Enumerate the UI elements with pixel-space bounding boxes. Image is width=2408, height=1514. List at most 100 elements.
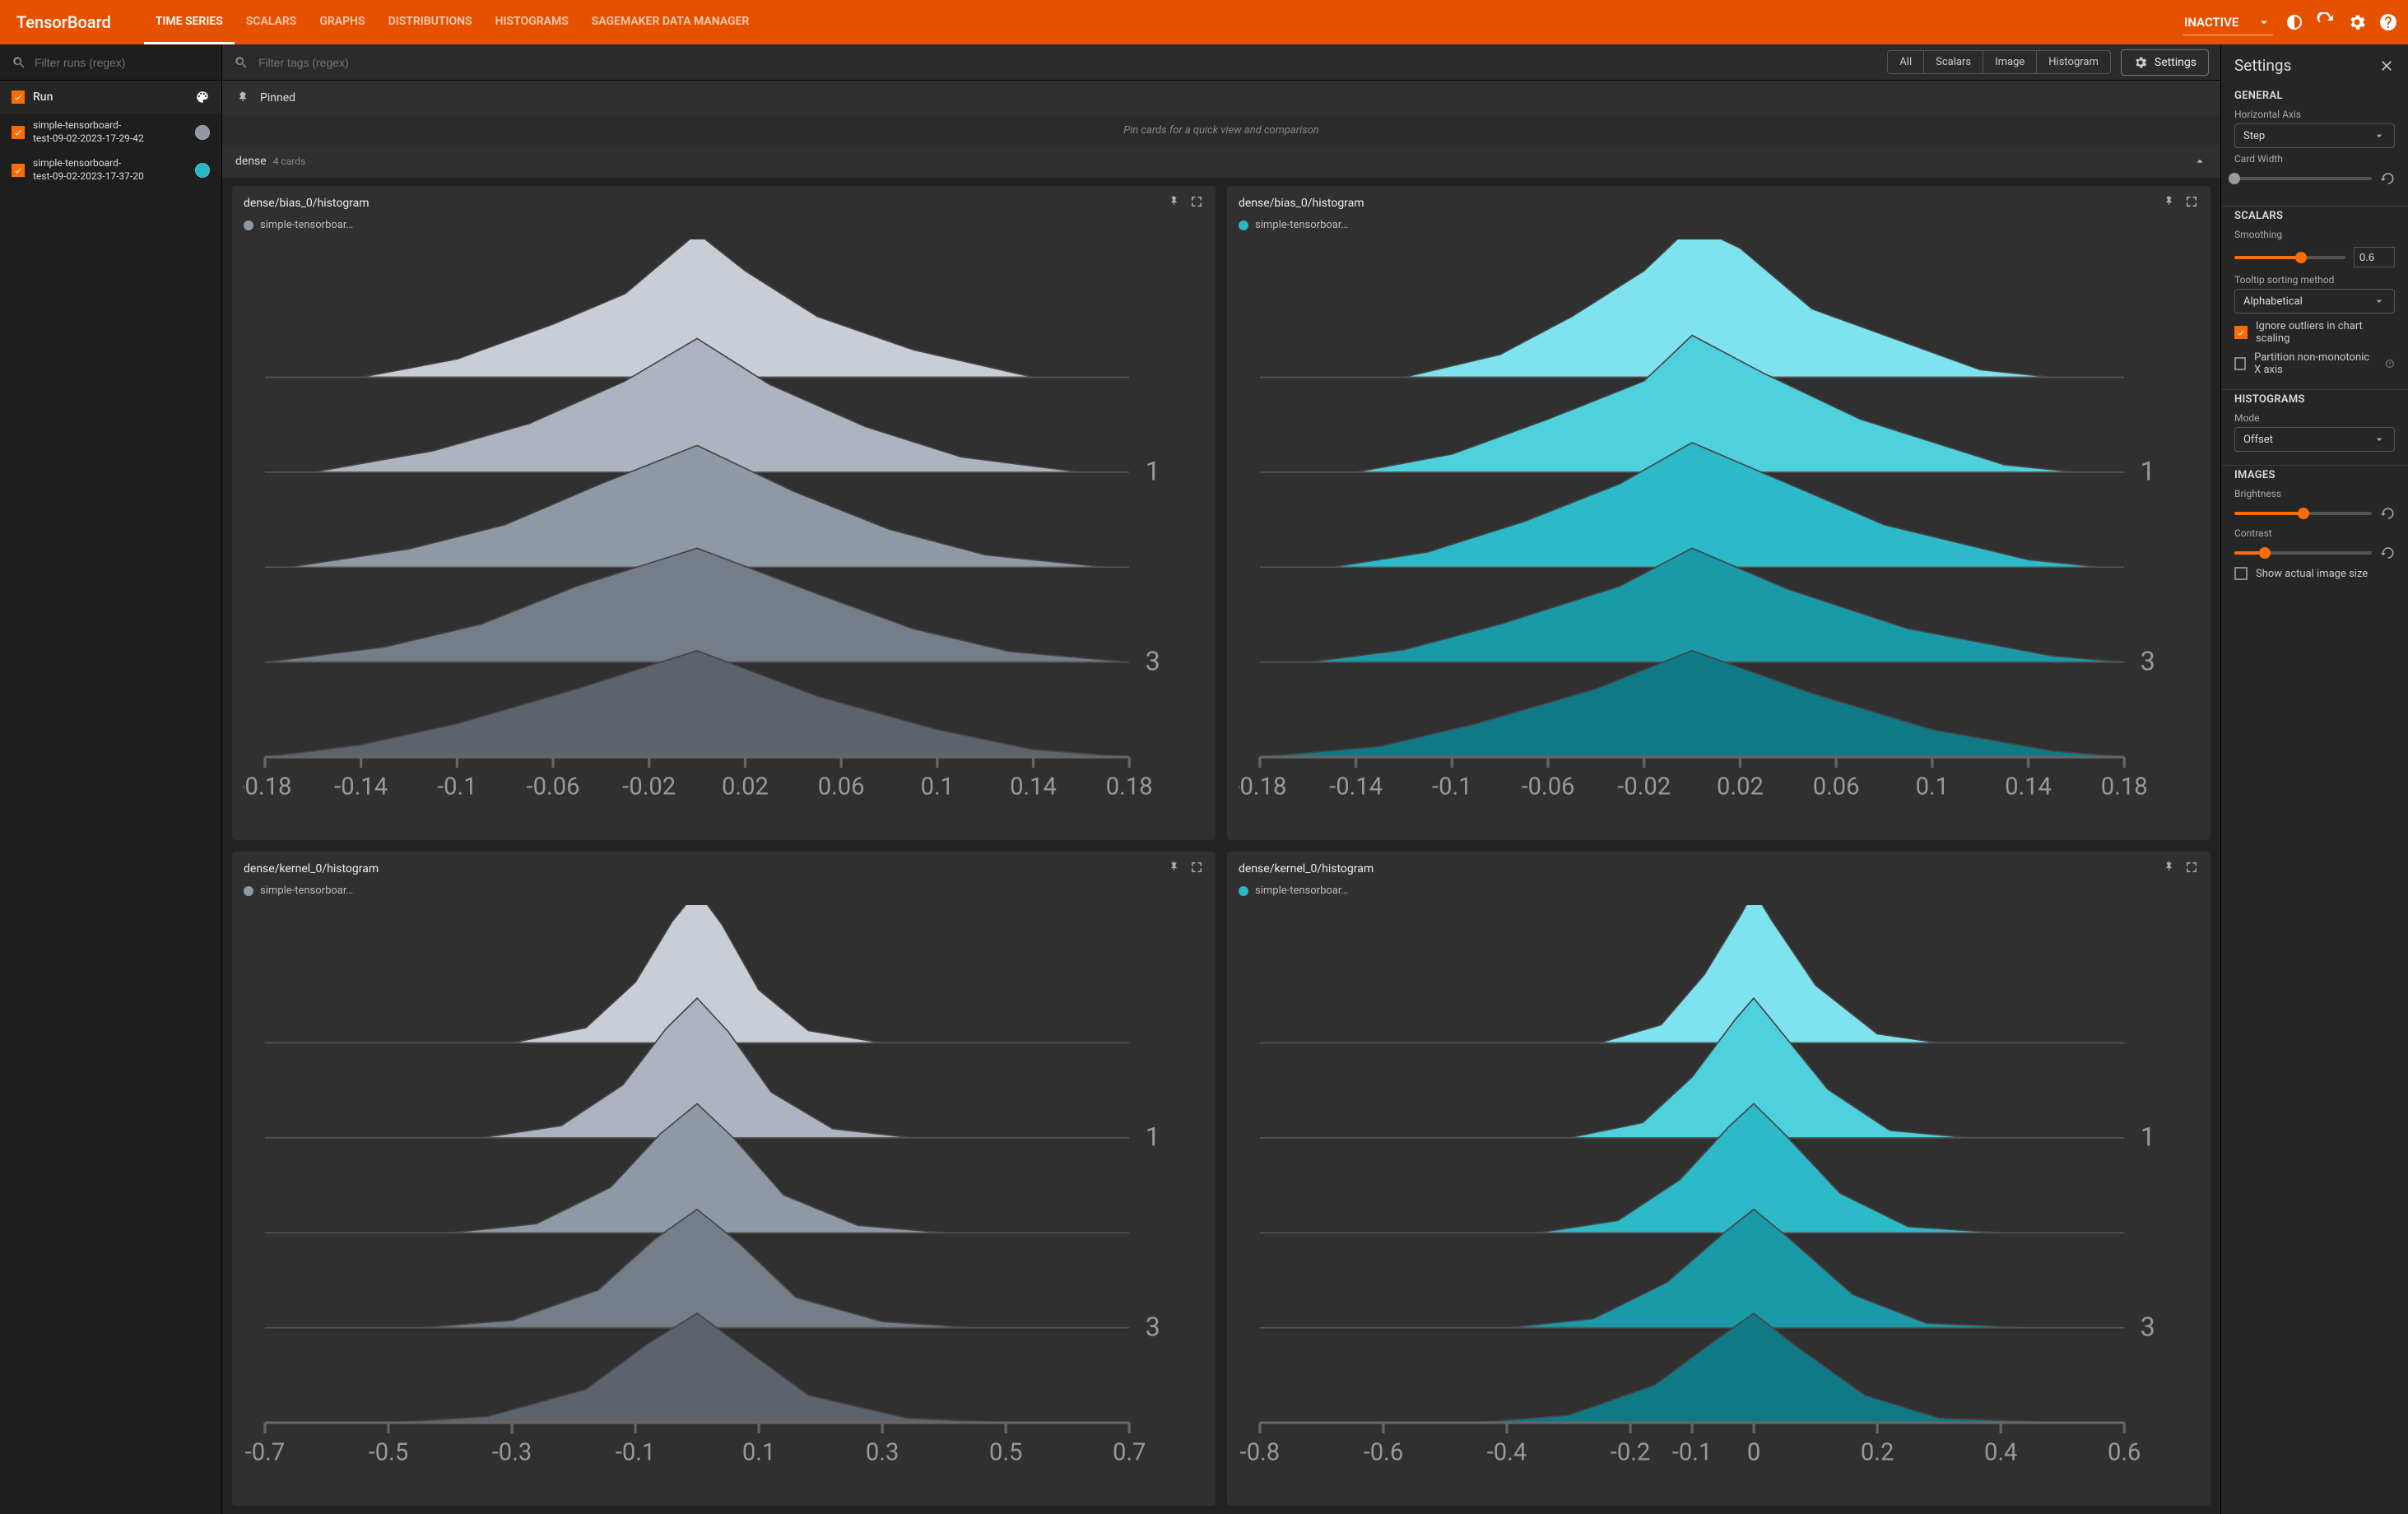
pinned-section-header[interactable]: Pinned [222, 81, 2220, 115]
card-title: dense/bias_0/histogram [1239, 197, 2153, 210]
partition-x-checkbox[interactable] [2234, 357, 2246, 370]
contrast-label: Contrast [2234, 527, 2395, 539]
palette-icon[interactable] [195, 90, 210, 104]
svg-text:?: ? [2389, 360, 2392, 367]
horizontal-axis-value: Step [2243, 130, 2265, 142]
settings-general-section: GENERAL Horizontal Axis Step Card Width [2221, 86, 2408, 207]
settings-histograms-section: HISTOGRAMS Mode Offset [2221, 390, 2408, 466]
histogram-mode-select[interactable]: Offset [2234, 427, 2395, 452]
help-icon[interactable]: ? [2385, 358, 2395, 369]
filter-chip-histogram[interactable]: Histogram [2037, 51, 2110, 73]
pin-card-button[interactable] [2161, 194, 2176, 212]
show-actual-size-checkbox[interactable] [2234, 567, 2248, 580]
run-item[interactable]: simple-tensorboard-test-09-02-2023-17-37… [0, 151, 221, 189]
filter-chip-image[interactable]: Image [1983, 51, 2037, 73]
nav-tabs: TIME SERIESSCALARSGRAPHSDISTRIBUTIONSHIS… [144, 0, 2166, 44]
gear-icon[interactable] [2347, 12, 2367, 32]
run-color-swatch[interactable] [195, 125, 210, 140]
svg-text:0.06: 0.06 [818, 773, 865, 801]
svg-text:-0.5: -0.5 [369, 1438, 409, 1466]
svg-text:0.14: 0.14 [2005, 773, 2052, 801]
nav-tab-scalars[interactable]: SCALARS [235, 0, 309, 44]
pin-card-button[interactable] [1166, 194, 1181, 212]
settings-title: Settings [2234, 56, 2291, 75]
refresh-icon[interactable] [2316, 12, 2336, 32]
fullscreen-card-button[interactable] [2184, 860, 2199, 878]
run-item[interactable]: simple-tensorboard-test-09-02-2023-17-29… [0, 114, 221, 151]
tags-filter-input[interactable] [258, 56, 1877, 69]
nav-tab-histograms[interactable]: HISTOGRAMS [484, 0, 580, 44]
settings-button[interactable]: Settings [2121, 49, 2209, 76]
histogram-chart[interactable]: 13-0.8-0.6-0.4-0.2-0.100.20.40.60 [1239, 905, 2199, 1498]
cards-grid: dense/bias_0/histogram simple-tensorboar… [222, 178, 2220, 1514]
pin-card-button[interactable] [1166, 860, 1181, 878]
run-color-dot [244, 886, 253, 896]
svg-text:-0.18: -0.18 [1239, 773, 1286, 801]
reset-icon[interactable] [2380, 506, 2395, 521]
svg-text:0.1: 0.1 [742, 1438, 775, 1466]
svg-text:0.4: 0.4 [1984, 1438, 2017, 1466]
histogram-chart[interactable]: 13-0.18-0.14-0.1-0.06-0.020.020.060.10.1… [1239, 239, 2199, 832]
tag-group-header[interactable]: dense 4 cards [222, 145, 2220, 178]
runs-sidebar: Run simple-tensorboard-test-09-02-2023-1… [0, 44, 222, 1514]
fullscreen-card-button[interactable] [1189, 860, 1204, 878]
nav-tab-sagemaker-data-manager[interactable]: SAGEMAKER DATA MANAGER [580, 0, 761, 44]
gear-icon [2133, 55, 2148, 70]
fullscreen-card-button[interactable] [1189, 194, 1204, 212]
help-icon[interactable] [2378, 12, 2398, 32]
histogram-card: dense/kernel_0/histogram simple-tensorbo… [232, 852, 1216, 1506]
smoothing-input[interactable] [2354, 247, 2395, 267]
card-title: dense/bias_0/histogram [244, 197, 1158, 210]
brightness-label: Brightness [2234, 488, 2395, 499]
run-color-swatch[interactable] [195, 163, 210, 178]
histogram-chart[interactable]: 13-0.7-0.5-0.3-0.10.10.30.50.7 [244, 905, 1204, 1498]
filter-chip-all[interactable]: All [1888, 51, 1924, 73]
search-icon [234, 55, 249, 70]
ignore-outliers-checkbox[interactable] [2234, 326, 2248, 339]
center-toolbar: AllScalarsImageHistogram Settings [222, 44, 2220, 81]
runs-filter-input[interactable] [35, 56, 210, 69]
run-color-dot [1239, 886, 1248, 896]
svg-text:0.7: 0.7 [1113, 1438, 1146, 1466]
run-checkbox[interactable] [12, 126, 25, 139]
theme-toggle-icon[interactable] [2285, 12, 2304, 32]
nav-tab-distributions[interactable]: DISTRIBUTIONS [377, 0, 484, 44]
tooltip-sort-select[interactable]: Alphabetical [2234, 289, 2395, 313]
select-all-runs-checkbox[interactable] [12, 91, 25, 104]
smoothing-slider[interactable] [2234, 256, 2345, 259]
settings-scalars-section: SCALARS Smoothing Tooltip sorting method… [2221, 207, 2408, 390]
horizontal-axis-select[interactable]: Step [2234, 123, 2395, 148]
svg-text:-0.2: -0.2 [1611, 1438, 1651, 1466]
brightness-slider[interactable] [2234, 512, 2372, 515]
svg-text:0.02: 0.02 [1717, 773, 1764, 801]
settings-panel-header: Settings [2221, 44, 2408, 86]
fullscreen-card-button[interactable] [2184, 194, 2199, 212]
pin-card-button[interactable] [2161, 860, 2176, 878]
app-header: TensorBoard TIME SERIESSCALARSGRAPHSDIST… [0, 0, 2408, 44]
svg-text:3: 3 [1146, 1311, 1160, 1342]
show-actual-size-row[interactable]: Show actual image size [2234, 567, 2395, 580]
nav-tab-time-series[interactable]: TIME SERIES [144, 0, 235, 44]
runs-filter-row [0, 44, 221, 81]
partition-x-row[interactable]: Partition non-monotonic X axis ? [2234, 351, 2395, 376]
chevron-down-icon [2373, 295, 2386, 308]
histogram-mode-label: Mode [2234, 412, 2395, 424]
svg-text:0.1: 0.1 [1916, 773, 1949, 801]
reload-mode-dropdown[interactable]: INACTIVE [2183, 10, 2273, 35]
reset-icon[interactable] [2380, 546, 2395, 560]
chevron-up-icon [2192, 154, 2207, 169]
reset-icon[interactable] [2380, 171, 2395, 186]
card-width-slider[interactable] [2234, 177, 2372, 180]
filter-chip-scalars[interactable]: Scalars [1924, 51, 1983, 73]
svg-text:3: 3 [2141, 1311, 2155, 1342]
close-icon[interactable] [2378, 58, 2395, 74]
contrast-slider[interactable] [2234, 551, 2372, 555]
tag-group-count: 4 cards [273, 156, 305, 167]
card-run-name: simple-tensorboar… [1255, 219, 1348, 231]
ignore-outliers-row[interactable]: Ignore outliers in chart scaling [2234, 320, 2395, 345]
histogram-card: dense/bias_0/histogram simple-tensorboar… [232, 186, 1216, 840]
nav-tab-graphs[interactable]: GRAPHS [308, 0, 376, 44]
section-title-histograms: HISTOGRAMS [2234, 393, 2395, 406]
run-checkbox[interactable] [12, 164, 25, 177]
histogram-chart[interactable]: 13-0.18-0.14-0.1-0.06-0.020.020.060.10.1… [244, 239, 1204, 832]
